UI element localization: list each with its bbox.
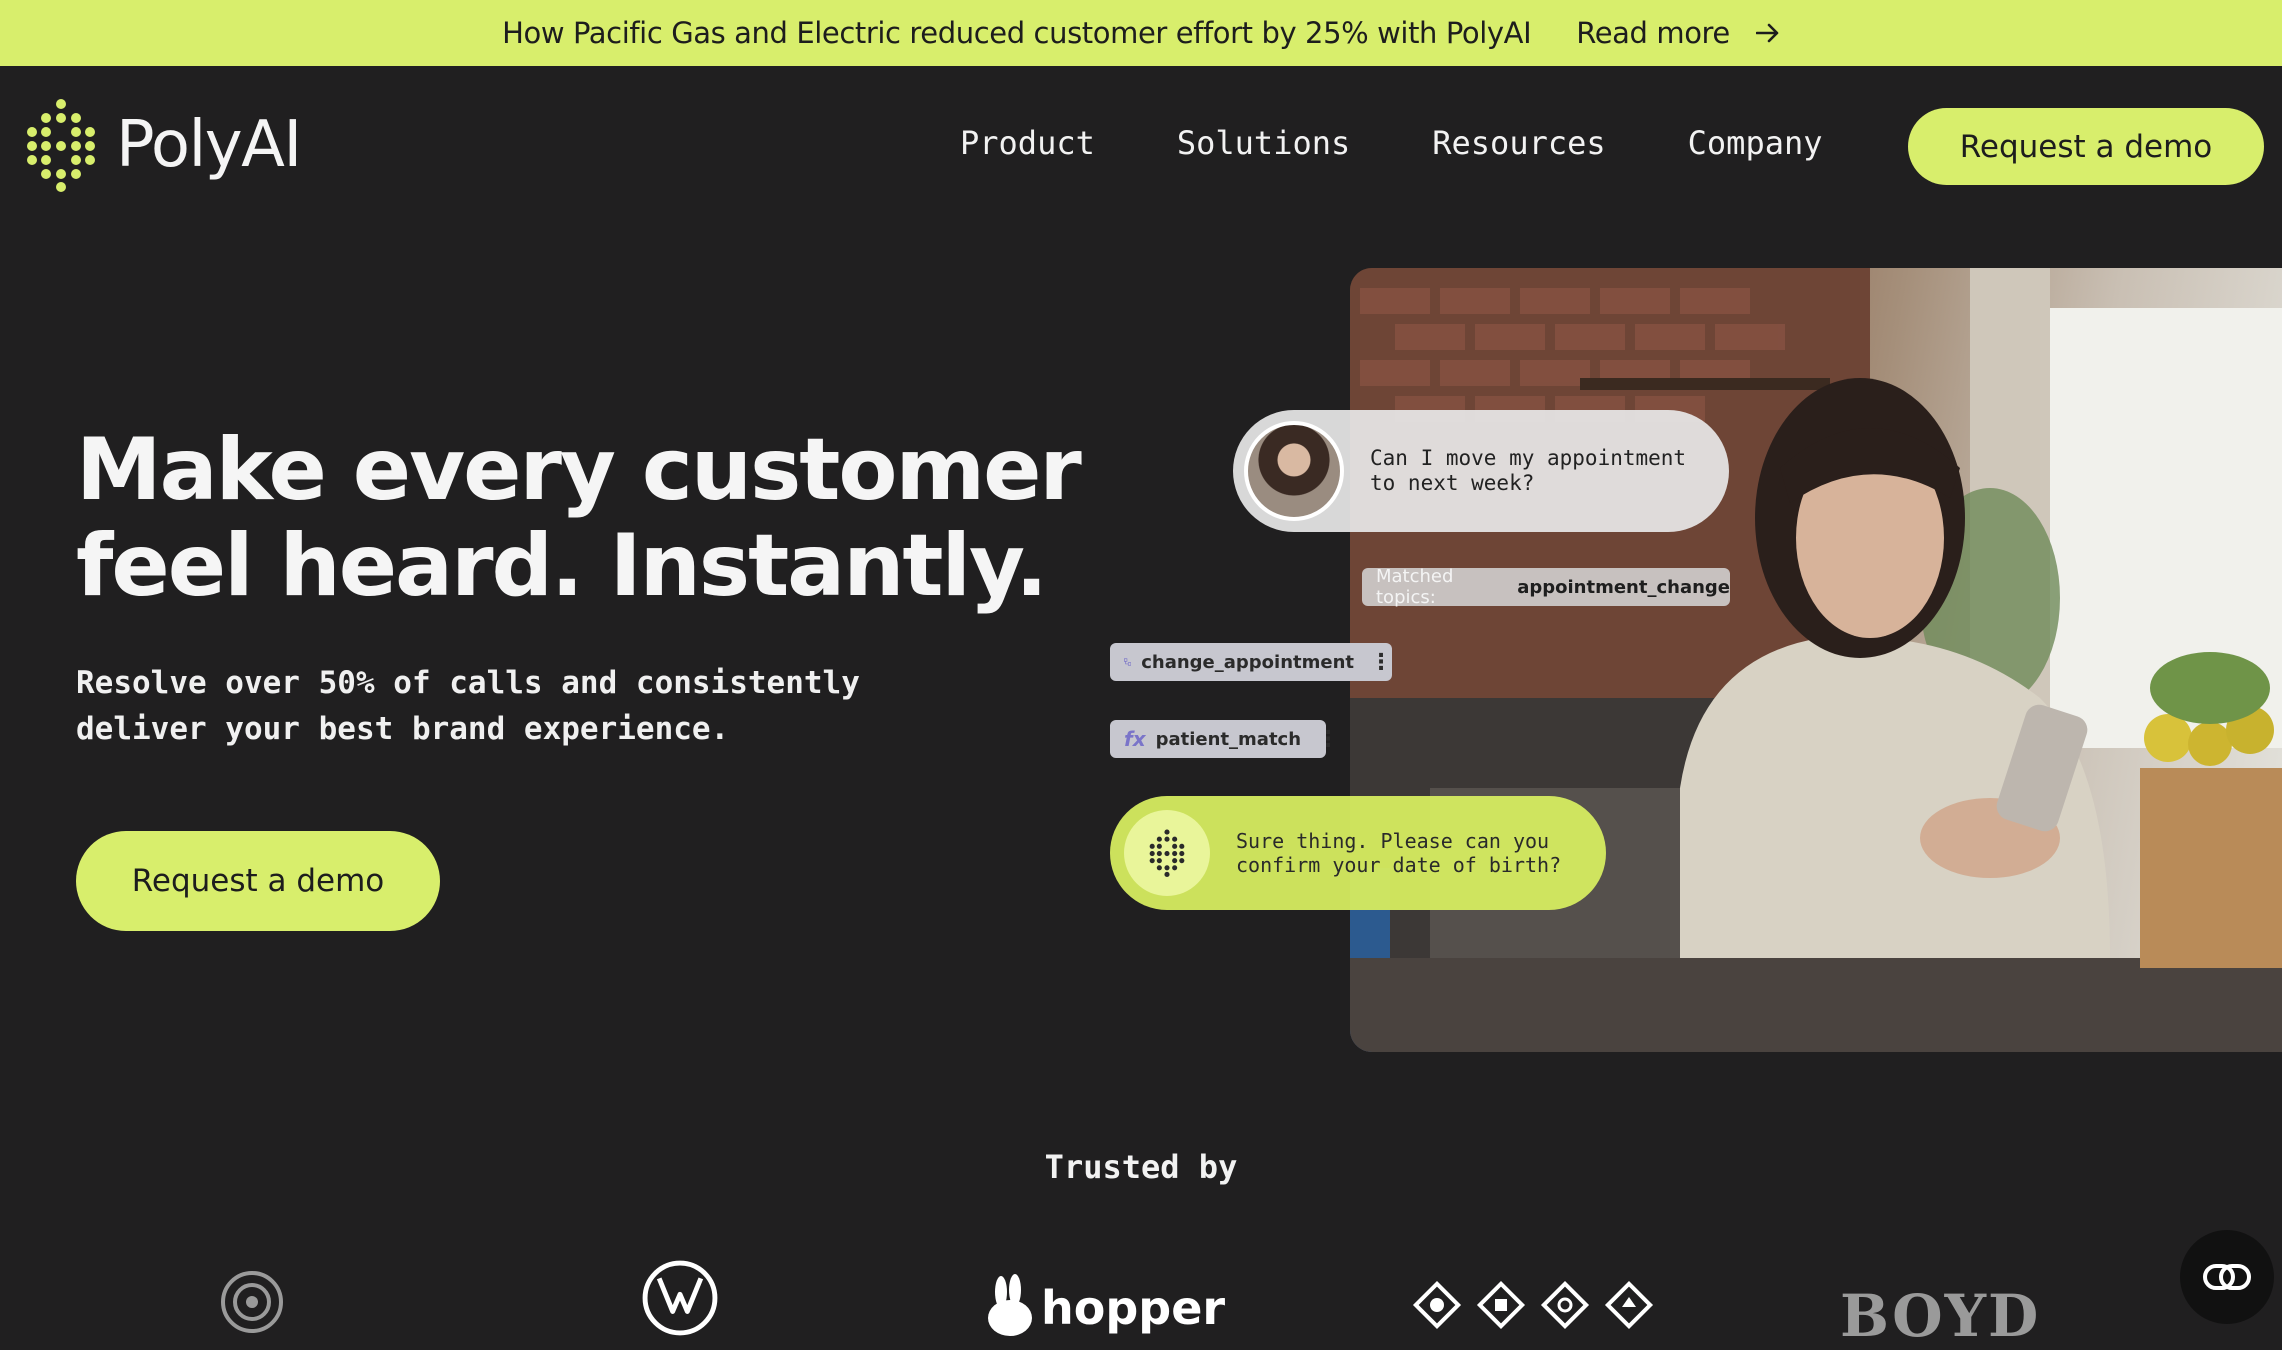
hero-subtitle-line-1: Resolve over 50% of calls and consistent…	[76, 665, 860, 701]
polyai-logo[interactable]: PolyAI	[24, 98, 302, 192]
user-message-bubble: Can I move my appointment to next week?	[1233, 410, 1729, 532]
matched-topics-value: appointment_change	[1517, 576, 1730, 598]
matched-topics-tag: Matched topics: appointment_change	[1362, 566, 1730, 608]
hero-subtitle-line-2: deliver your best brand experience.	[76, 711, 730, 747]
bot-message-line-2: confirm your date of birth?	[1236, 853, 1562, 877]
circle-emblem-logo	[220, 1268, 284, 1341]
change-appointment-tag: change_appointment ⋮	[1110, 643, 1392, 681]
hero-title-line-1: Make every customer	[76, 420, 1082, 520]
nav-solutions[interactable]: Solutions	[1177, 124, 1350, 162]
volkswagen-logo	[618, 1260, 742, 1341]
user-message-line-1: Can I move my appointment	[1370, 446, 1687, 470]
polyai-dots-icon	[27, 99, 95, 192]
announcement-banner: How Pacific Gas and Electric reduced cus…	[0, 0, 2282, 66]
arrow-right-icon	[1755, 23, 1779, 43]
diamond-icons-logo	[1412, 1280, 1654, 1330]
banner-text: How Pacific Gas and Electric reduced cus…	[502, 16, 1532, 50]
trusted-by-heading: Trusted by	[1044, 1148, 1238, 1186]
user-avatar	[1244, 421, 1344, 521]
nav-product[interactable]: Product	[960, 124, 1095, 162]
bot-message-text: Sure thing. Please can you confirm your …	[1236, 829, 1586, 877]
hopper-logo-text: hopper	[1041, 1281, 1226, 1335]
patient-match-label: patient_match	[1155, 728, 1302, 750]
bunny-icon	[988, 1274, 1032, 1336]
customer-logos: hopper BOYD	[0, 1260, 2282, 1350]
bot-avatar	[1124, 810, 1210, 896]
chat-widget-button[interactable]	[2180, 1230, 2274, 1324]
woman-with-phone-illustration	[1350, 268, 2282, 1052]
read-more-link[interactable]: Read more	[1576, 16, 1780, 50]
hopper-logo: hopper	[985, 1274, 1225, 1336]
user-message-text: Can I move my appointment to next week?	[1370, 446, 1700, 496]
change-appointment-label: change_appointment	[1141, 651, 1354, 673]
logo-text: PolyAI	[116, 108, 302, 182]
chat-loop-icon	[2203, 1264, 2251, 1290]
hero-photo	[1350, 268, 2282, 1052]
nav-request-demo-button[interactable]: Request a demo	[1908, 108, 2264, 185]
main-nav: PolyAI Product Solutions Resources Compa…	[0, 66, 2282, 226]
hero-request-demo-button[interactable]: Request a demo	[76, 831, 440, 931]
hero-title: Make every customer feel heard. Instantl…	[76, 422, 1116, 614]
nav-links: Product Solutions Resources Company	[960, 124, 1823, 162]
matched-topics-label: Matched topics:	[1376, 566, 1454, 608]
hero-title-line-2: feel heard. Instantly.	[76, 516, 1048, 616]
nav-resources[interactable]: Resources	[1432, 124, 1605, 162]
bot-message-line-1: Sure thing. Please can you	[1236, 829, 1550, 853]
read-more-label: Read more	[1576, 16, 1730, 50]
polyai-dots-icon	[1149, 829, 1185, 877]
more-options-icon: ⋮	[1370, 649, 1392, 675]
user-message-line-2: to next week?	[1370, 471, 1535, 495]
flow-icon	[1124, 658, 1132, 666]
function-icon: fx	[1124, 727, 1146, 751]
boyd-logo: BOYD	[1840, 1282, 2040, 1350]
boyd-logo-text: BOYD	[1840, 1282, 2041, 1350]
bot-message-bubble: Sure thing. Please can you confirm your …	[1110, 796, 1606, 910]
patient-match-tag: fx patient_match ⋮	[1110, 720, 1339, 758]
more-options-icon: ⋮	[1317, 726, 1340, 752]
hero-subtitle: Resolve over 50% of calls and consistent…	[76, 660, 976, 752]
nav-company[interactable]: Company	[1688, 124, 1823, 162]
